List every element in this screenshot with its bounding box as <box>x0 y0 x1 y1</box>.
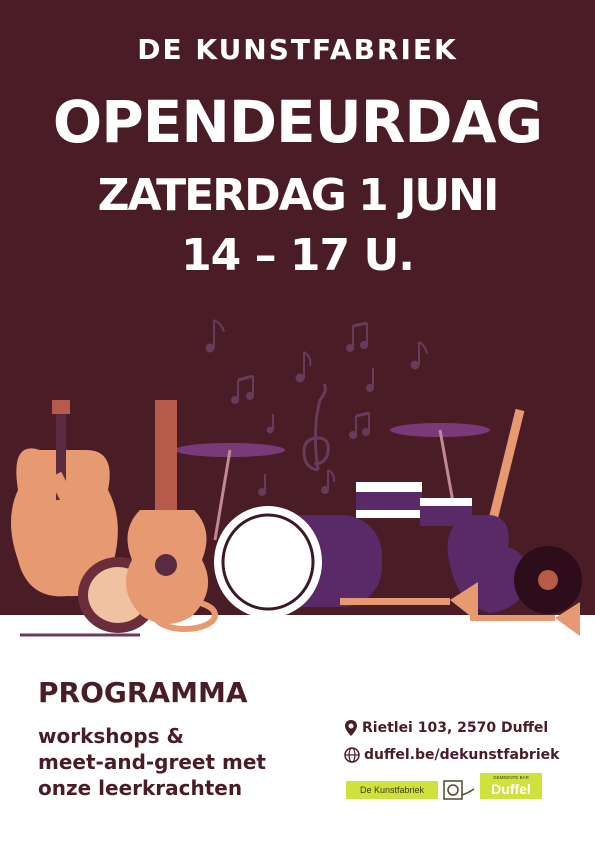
programma-heading: PROGRAMMA <box>38 676 248 709</box>
kunstfabriek-mark-icon <box>443 780 475 800</box>
organization-name: DE KUNSTFABRIEK <box>137 33 458 66</box>
event-time: 14 – 17 U. <box>181 230 415 281</box>
programma-line: meet-and-greet met <box>38 750 266 774</box>
kunstfabriek-logo: De Kunstfabriek <box>346 781 438 799</box>
instruments-illustration <box>11 319 582 637</box>
location-pin-icon <box>345 720 357 736</box>
address-text: Rietlei 103, 2570 Duffel <box>362 720 549 736</box>
programma-line: workshops & <box>38 724 184 748</box>
acoustic-guitar <box>125 400 209 624</box>
website-link[interactable]: duffel.be/dekunstfabriek <box>364 747 559 763</box>
programma-line: onze leerkrachten <box>38 776 243 800</box>
treble-clef-icon <box>302 383 330 472</box>
poster: DE KUNSTFABRIEK OPENDEURDAG ZATERDAG 1 J… <box>0 0 595 842</box>
duffel-label: Duffel <box>491 781 531 797</box>
gemeente-label: GEMEENTE BAR <box>493 775 529 780</box>
website-row: duffel.be/dekunstfabriek <box>344 747 559 763</box>
tom-drums <box>356 482 472 526</box>
globe-icon <box>344 747 360 763</box>
event-date: ZATERDAG 1 JUNI <box>97 170 500 221</box>
vinyl-record <box>514 546 582 614</box>
gemeente-duffel-logo: GEMEENTE BAR Duffel <box>480 773 542 799</box>
address-row: Rietlei 103, 2570 Duffel <box>344 720 548 736</box>
event-title: OPENDEURDAG <box>52 88 543 156</box>
